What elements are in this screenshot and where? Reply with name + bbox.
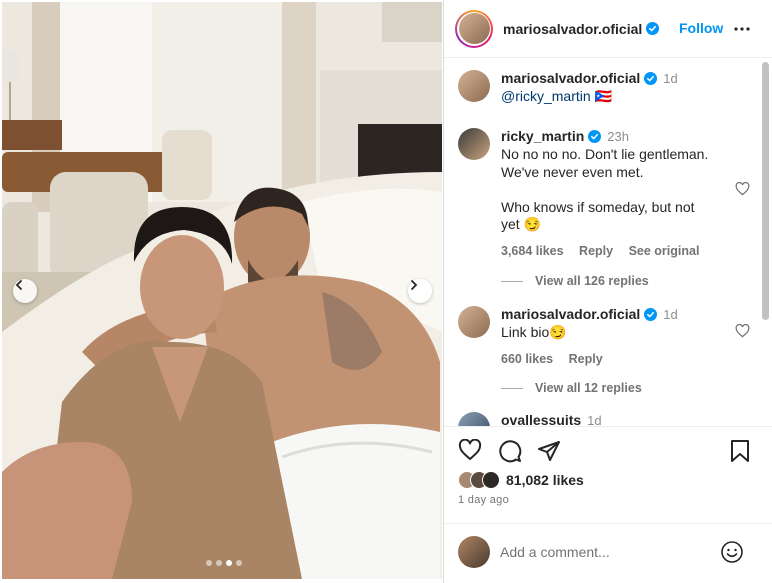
add-comment-bar [444,523,772,583]
carousel-dot [236,560,242,566]
view-replies-label: View all 126 replies [535,274,649,288]
caption-mention[interactable]: @ricky_martin [501,88,591,104]
commenter-avatar[interactable] [458,128,490,160]
liker-avatars [458,471,500,489]
emoji-icon[interactable] [720,540,744,564]
comment-likes[interactable]: 3,684 likes [501,244,564,258]
caption-username[interactable]: mariosalvador.oficial [501,70,640,86]
reply-button[interactable]: Reply [569,352,603,366]
post-header: mariosalvador.oficial Follow [444,0,772,58]
caption-time[interactable]: 1d [663,71,677,86]
see-original-button[interactable]: See original [629,244,700,258]
chevron-left-icon [15,280,22,290]
liker-avatar [482,471,500,489]
comment-time[interactable]: 1d [663,307,677,322]
share-icon[interactable] [537,439,561,463]
post-sidebar: mariosalvador.oficial Follow mariosalvad… [443,0,772,583]
likes-summary[interactable]: 81,082 likes [458,471,584,489]
caption-avatar[interactable] [458,70,490,102]
post-footer: 81,082 likes 1 day ago [444,426,772,583]
comment-likes[interactable]: 660 likes [501,352,553,366]
verified-icon [646,22,660,35]
story-ring[interactable] [455,9,493,48]
view-replies-label: View all 12 replies [535,381,642,395]
caption-flag: 🇵🇷 [590,88,612,104]
commenter-avatar[interactable] [458,412,490,426]
comment-username[interactable]: ovallessuits [501,412,581,426]
heart-icon[interactable] [735,182,750,196]
author-username[interactable]: mariosalvador.oficial [503,21,642,37]
comment-text: No no no no. Don't lie gentleman. We've … [501,146,709,232]
action-bar [458,439,758,465]
comment-username[interactable]: ricky_martin [501,128,584,144]
carousel-indicator [206,560,242,566]
post-modal: mariosalvador.oficial Follow mariosalvad… [0,0,772,583]
add-comment-input[interactable] [500,541,700,563]
bookmark-icon[interactable] [730,439,750,463]
carousel-dot [216,560,222,566]
post-timestamp[interactable]: 1 day ago [458,494,509,506]
comment-username[interactable]: mariosalvador.oficial [501,306,640,322]
next-photo-button[interactable] [408,279,432,303]
view-replies-button[interactable]: View all 126 replies [501,274,649,288]
verified-icon [588,130,602,143]
follow-button[interactable]: Follow [679,20,723,36]
viewer-avatar [458,536,490,568]
heart-icon[interactable] [735,324,750,338]
verified-icon [644,72,658,85]
view-replies-button[interactable]: View all 12 replies [501,381,642,395]
comments-list[interactable]: mariosalvador.oficial 1d @ricky_martin 🇵🇷… [444,58,772,426]
author-avatar[interactable] [458,13,490,44]
likes-count[interactable]: 81,082 likes [506,472,584,488]
chevron-right-icon [411,280,418,290]
carousel-dot-active [226,560,232,566]
reply-button[interactable]: Reply [579,244,613,258]
comment-time[interactable]: 1d [587,413,601,426]
comment-icon[interactable] [498,439,522,463]
previous-photo-button[interactable] [13,279,37,303]
photo-illustration [2,2,442,579]
heart-icon[interactable] [458,439,482,461]
comment-time[interactable]: 23h [607,129,629,144]
more-icon[interactable] [733,20,751,38]
post-photo[interactable] [2,2,442,579]
comments-scrollbar[interactable] [762,62,769,320]
carousel-dot [206,560,212,566]
commenter-avatar[interactable] [458,306,490,338]
verified-icon [644,308,658,321]
comment-text: Link bio😏 [501,324,567,340]
